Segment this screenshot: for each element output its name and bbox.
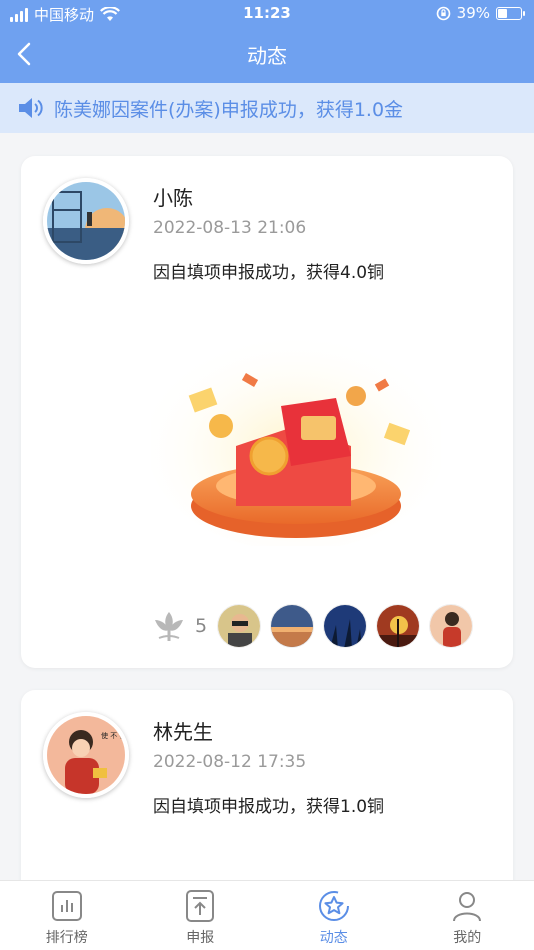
- battery-fill: [498, 8, 508, 18]
- flower-icon[interactable]: [151, 608, 187, 644]
- status-bar: 中国移动 11:23 39%: [0, 0, 534, 28]
- post-card[interactable]: 小陈 2022-08-13 21:06 因自填项申报成功，获得4.0铜 5: [21, 156, 513, 668]
- speaker-icon: [19, 98, 43, 118]
- tab-feed[interactable]: 动态: [267, 881, 401, 950]
- status-right: 39%: [436, 4, 525, 22]
- notice-text: 陈美娜因案件(办案)申报成功，获得1.0金: [54, 98, 404, 121]
- post-author: 小陈: [153, 186, 193, 210]
- report-icon: [186, 890, 215, 922]
- tab-label: 排行榜: [45, 930, 88, 946]
- tab-ranking[interactable]: 排行榜: [0, 881, 134, 950]
- battery-icon: [496, 6, 525, 20]
- tab-report[interactable]: 申报: [134, 881, 268, 950]
- notice-banner[interactable]: 陈美娜因案件(办案)申报成功，获得1.0金: [0, 83, 534, 133]
- tab-label: 动态: [319, 930, 348, 946]
- avatar[interactable]: 使 不 得: [43, 712, 129, 798]
- post-text: 因自填项申报成功，获得1.0铜: [153, 797, 385, 817]
- post-author: 林先生: [153, 720, 213, 744]
- tab-bar: 排行榜 申报 动态 我的: [0, 880, 534, 950]
- post-text: 因自填项申报成功，获得4.0铜: [153, 263, 385, 283]
- likes-count: 5: [195, 615, 208, 637]
- page-title: 动态: [247, 44, 287, 68]
- post-time: 2022-08-12 17:35: [153, 752, 307, 772]
- liker-avatar[interactable]: [323, 604, 368, 648]
- post-time: 2022-08-13 21:06: [153, 218, 307, 238]
- tab-label: 我的: [453, 930, 482, 946]
- likes-row: 5: [151, 604, 482, 648]
- liker-avatar[interactable]: [429, 604, 474, 648]
- tab-profile[interactable]: 我的: [401, 881, 534, 950]
- battery-label: 39%: [456, 4, 490, 22]
- top-bar: 中国移动 11:23 39% 动态: [0, 0, 534, 83]
- liker-avatar[interactable]: [217, 604, 262, 648]
- liker-avatar[interactable]: [376, 604, 421, 648]
- avatar[interactable]: [43, 178, 129, 264]
- star-icon: [318, 891, 349, 921]
- liker-avatar[interactable]: [270, 604, 315, 648]
- chart-icon: [51, 891, 82, 921]
- tab-label: 申报: [186, 930, 215, 946]
- rotation-lock-icon: [436, 6, 450, 20]
- svg-text:使 不 得: 使 不 得: [101, 731, 125, 740]
- red-packet-illustration: [151, 336, 441, 546]
- user-icon: [453, 892, 482, 922]
- post-card[interactable]: 使 不 得 林先生 2022-08-12 17:35 因自填项申报成功，获得1.…: [21, 690, 513, 910]
